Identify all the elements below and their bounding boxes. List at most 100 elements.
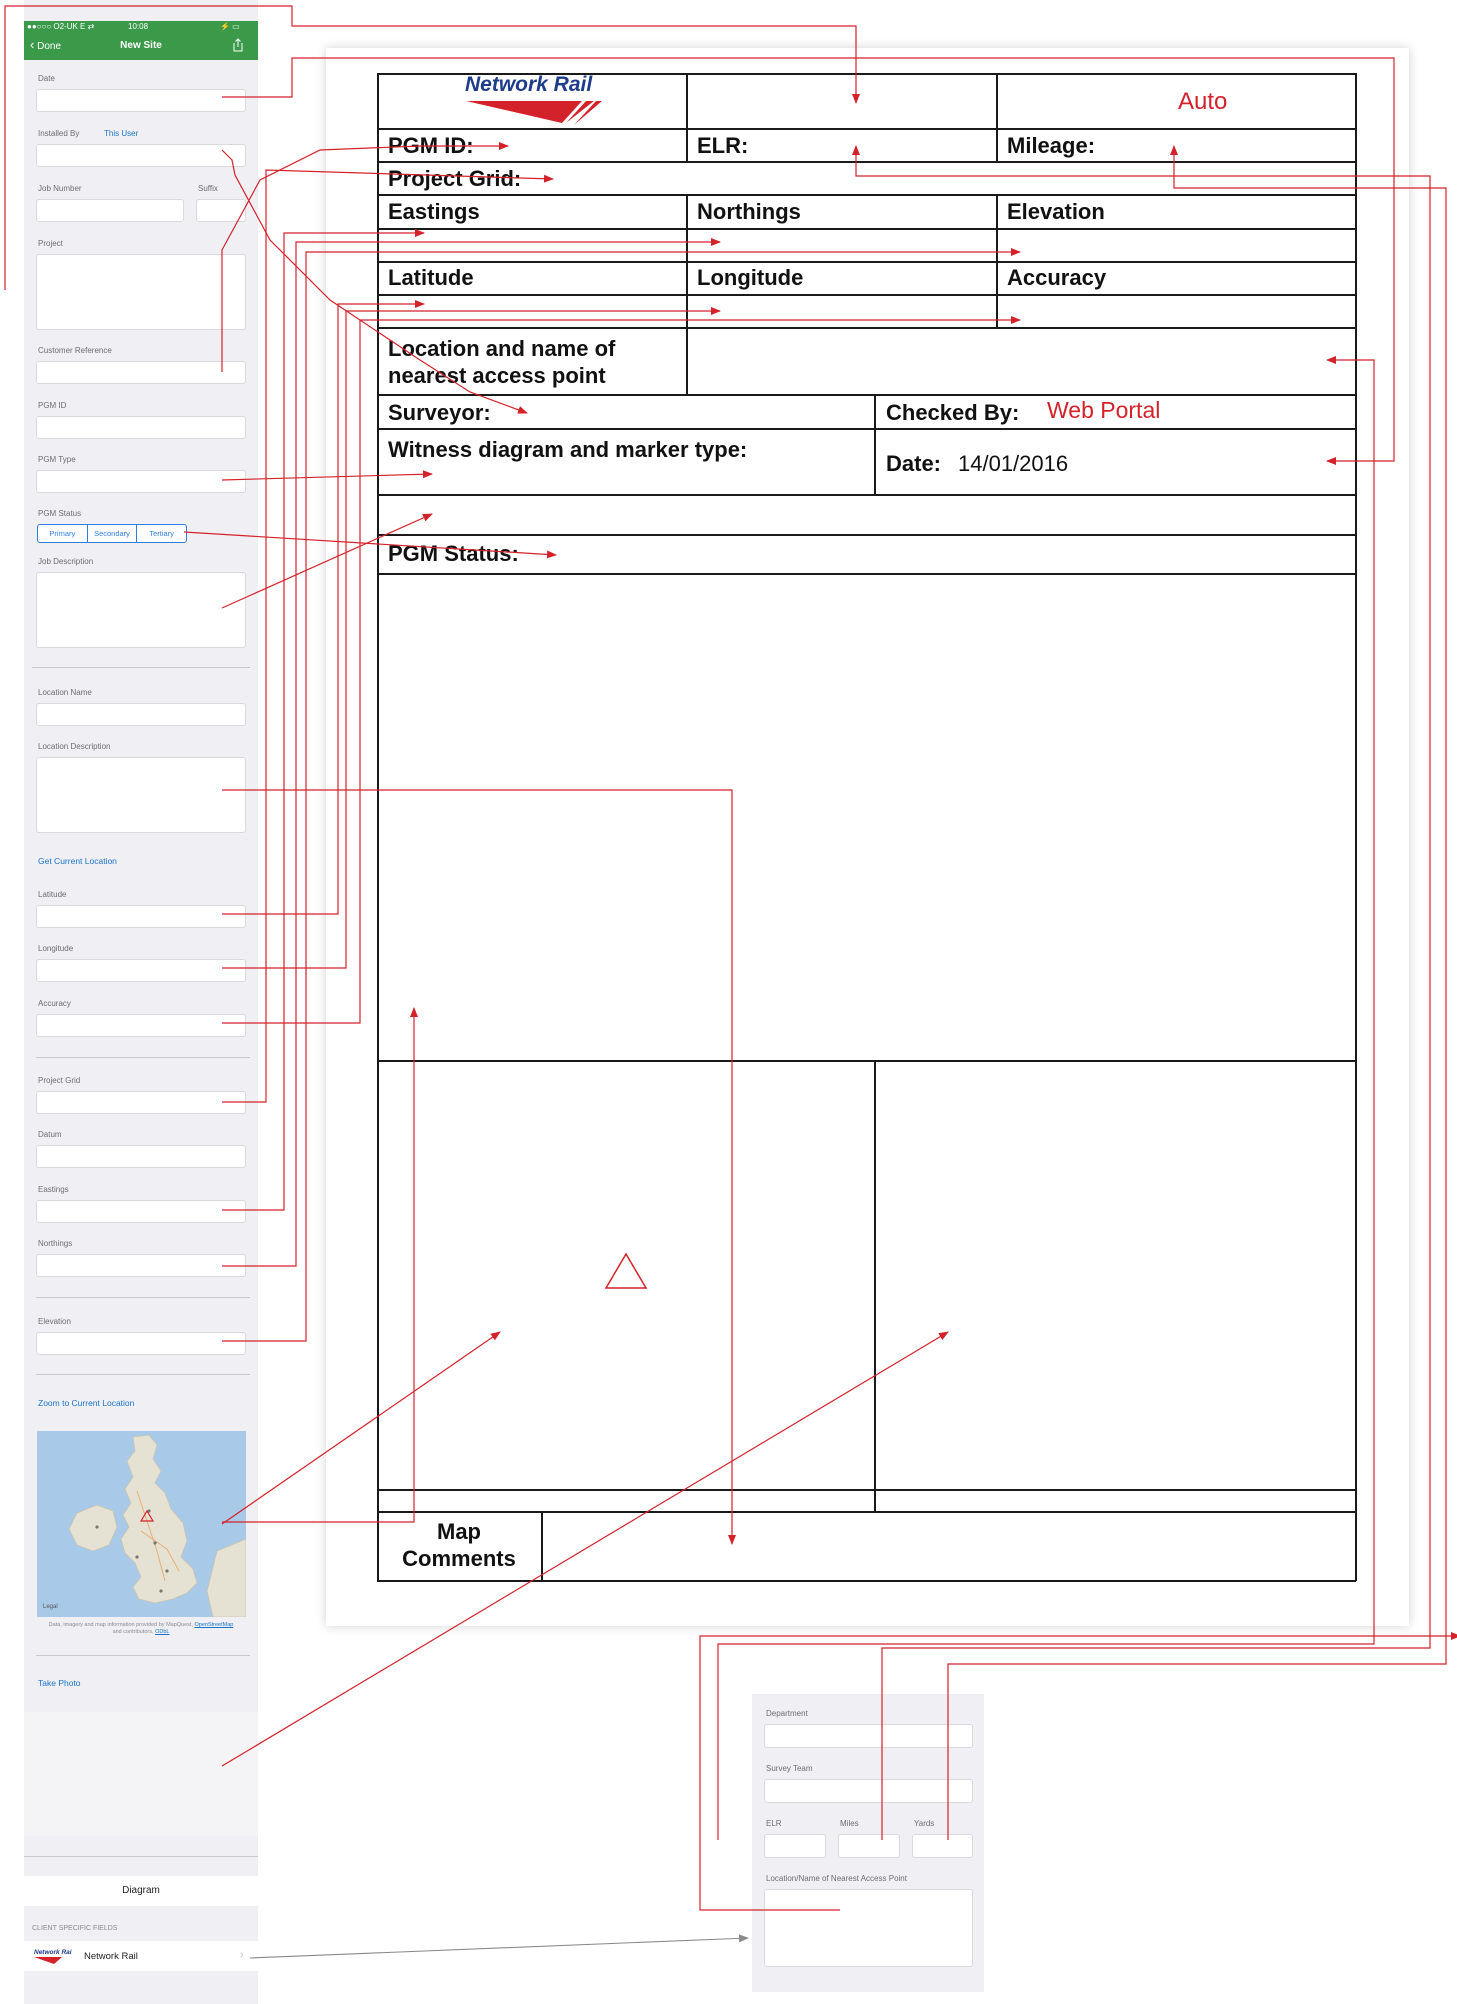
report-sheet: [326, 48, 1409, 1626]
yards-field[interactable]: [912, 1834, 973, 1858]
eastings-label: Eastings: [38, 1185, 69, 1194]
share-icon[interactable]: [232, 38, 244, 52]
accuracy-field[interactable]: [36, 1014, 246, 1037]
location-description-field[interactable]: [36, 757, 246, 833]
grid-line: [1355, 73, 1357, 1581]
survey-team-field[interactable]: [764, 1779, 973, 1803]
map-view[interactable]: Legal: [37, 1431, 246, 1617]
pgm-status-label: PGM Status: [38, 509, 82, 518]
datum-field[interactable]: [36, 1145, 246, 1168]
openstreetmap-link[interactable]: OpenStreetMap: [195, 1622, 234, 1628]
map-label: Map: [437, 1519, 481, 1544]
pgm-type-field[interactable]: [36, 470, 246, 493]
customer-reference-label: Customer Reference: [38, 346, 112, 355]
zoom-to-location-link[interactable]: Zoom to Current Location: [38, 1398, 134, 1408]
grid-line: [377, 573, 1356, 575]
screen-title: New Site: [120, 40, 162, 51]
northings-field[interactable]: [36, 1254, 246, 1277]
comments-label: Comments: [402, 1546, 516, 1571]
pgm-status-segmented-control[interactable]: Primary Secondary Tertiary: [37, 524, 187, 543]
elevation-label: Elevation: [1007, 199, 1105, 224]
job-number-field[interactable]: [36, 199, 184, 222]
network-rail-logo-icon: Network Rail: [34, 1949, 72, 1964]
photo-placeholder[interactable]: [24, 1712, 258, 1836]
witness-label: Witness diagram and marker type:: [388, 437, 748, 462]
network-rail-logo: Network Rail: [465, 73, 593, 96]
northings-label: Northings: [697, 199, 801, 224]
suffix-field[interactable]: [196, 199, 246, 222]
section-divider: [36, 1374, 250, 1375]
miles-field[interactable]: [838, 1834, 900, 1858]
latitude-field[interactable]: [36, 905, 246, 928]
grid-line: [377, 128, 1356, 130]
longitude-field[interactable]: [36, 959, 246, 982]
segment-tertiary[interactable]: Tertiary: [137, 525, 186, 542]
accuracy-label: Accuracy: [1007, 265, 1107, 290]
access-point-label: Location/Name of Nearest Access Point: [766, 1874, 907, 1883]
section-divider: [36, 1297, 250, 1298]
project-grid-field[interactable]: [36, 1091, 246, 1114]
auto-value: Auto: [1178, 88, 1228, 115]
customer-reference-field[interactable]: [36, 361, 246, 384]
grid-line: [377, 327, 1356, 329]
job-description-label: Job Description: [38, 557, 94, 566]
eastings-field[interactable]: [36, 1200, 246, 1223]
location-name-label: Location Name: [38, 688, 92, 697]
take-photo-link[interactable]: Take Photo: [38, 1678, 81, 1688]
grid-line: [377, 428, 1356, 430]
segment-primary[interactable]: Primary: [38, 525, 88, 542]
grid-line: [377, 1060, 1356, 1062]
pgm-id-field[interactable]: [36, 416, 246, 439]
segment-secondary[interactable]: Secondary: [88, 525, 138, 542]
map-legal-link[interactable]: Legal: [43, 1604, 58, 1610]
date-field[interactable]: [36, 89, 246, 112]
grid-line: [377, 228, 1356, 230]
installed-by-field[interactable]: [36, 144, 246, 167]
pgm-status-label: PGM Status:: [388, 541, 519, 566]
grid-line: [686, 73, 688, 128]
elr-field[interactable]: [764, 1834, 826, 1858]
grid-line: [686, 128, 688, 161]
grid-line: [996, 194, 998, 328]
grid-line: [377, 394, 1356, 396]
installed-by-value[interactable]: This User: [104, 129, 138, 138]
diagram-button[interactable]: Diagram: [24, 1876, 258, 1906]
location-label-line2: nearest access point: [388, 363, 606, 388]
installed-by-label: Installed By: [38, 129, 80, 138]
grid-line: [377, 194, 1356, 196]
battery-icon: ⚡ ▭: [220, 22, 240, 31]
grid-line: [377, 534, 1356, 536]
miles-label: Miles: [840, 1819, 859, 1828]
grid-line: [377, 161, 1356, 163]
uk-map-image: [37, 1431, 246, 1617]
map-marker-triangle-icon: [604, 1252, 648, 1289]
status-bar: ●●○○○ O2-UK E ⇄ 10:08 ⚡ ▭: [24, 21, 258, 32]
mileage-label: Mileage:: [1007, 133, 1096, 158]
section-divider: [36, 1057, 250, 1058]
access-point-field[interactable]: [764, 1889, 973, 1967]
location-name-field[interactable]: [36, 703, 246, 726]
network-rail-client-row[interactable]: Network Rail Network Rail ›: [24, 1941, 258, 1971]
grid-line: [996, 128, 998, 161]
job-description-field[interactable]: [36, 572, 246, 648]
grid-line: [996, 73, 998, 128]
get-current-location-link[interactable]: Get Current Location: [38, 856, 117, 866]
odbl-link[interactable]: ODbL: [155, 1629, 169, 1635]
section-divider: [36, 1655, 250, 1656]
clock-text: 10:08: [128, 22, 149, 31]
section-divider: [32, 667, 250, 668]
elevation-field[interactable]: [36, 1332, 246, 1355]
navigation-bar: ‹ Done New Site: [24, 32, 258, 60]
section-divider: [24, 1856, 258, 1857]
pgm-id-label: PGM ID:: [388, 133, 474, 158]
elevation-label: Elevation: [38, 1317, 71, 1326]
department-field[interactable]: [764, 1724, 973, 1748]
network-rail-label: Network Rail: [84, 1951, 138, 1962]
checked-by-label: Checked By:: [886, 400, 1020, 425]
project-field[interactable]: [36, 254, 246, 330]
datum-label: Datum: [38, 1130, 62, 1139]
elr-label: ELR:: [697, 133, 749, 158]
carrier-text: ●●○○○ O2-UK E ⇄: [27, 22, 95, 31]
checked-by-value: Web Portal: [1047, 397, 1161, 423]
grid-line: [377, 1511, 1356, 1513]
